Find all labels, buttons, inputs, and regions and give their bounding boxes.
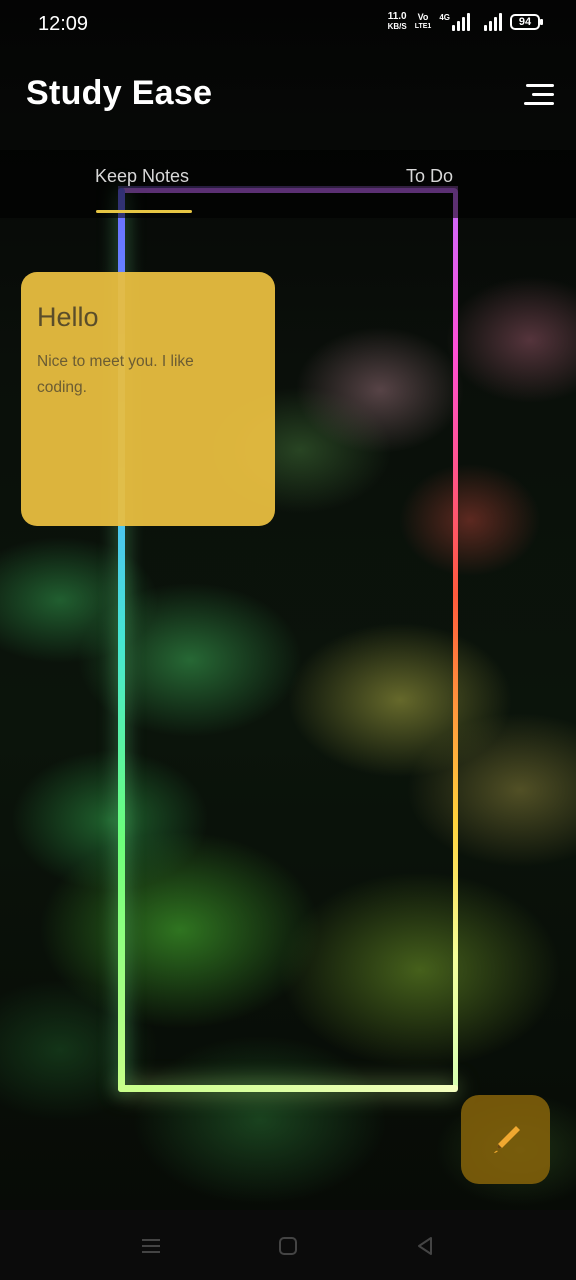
tab-indicator xyxy=(96,210,192,213)
signal-bar xyxy=(467,13,470,31)
network-type-label: 4G xyxy=(439,13,450,22)
home-icon[interactable] xyxy=(274,1232,302,1260)
signal-bar xyxy=(499,13,502,31)
app-title: Study Ease xyxy=(26,74,213,112)
signal-bar xyxy=(489,21,492,31)
pen-icon xyxy=(493,1125,520,1153)
signal-bar xyxy=(462,17,465,31)
tab-keep-notes[interactable]: Keep Notes xyxy=(95,166,189,187)
status-icons: 11.0 KB/S Vo LTE1 4G 94 xyxy=(388,12,543,32)
note-card[interactable]: Hello Nice to meet you. I like coding. xyxy=(21,272,275,526)
back-icon[interactable] xyxy=(411,1232,439,1260)
signal-bar xyxy=(457,21,460,31)
network-speed-unit: KB/S xyxy=(387,22,407,31)
note-title: Hello xyxy=(37,302,99,332)
network-speed: 11.0 KB/S xyxy=(388,12,407,32)
volte-icon: Vo LTE1 xyxy=(415,13,432,31)
note-body: Nice to meet you. I like coding. xyxy=(37,353,194,396)
battery-icon: 94 xyxy=(510,14,543,30)
system-nav-bar xyxy=(0,1210,576,1280)
menu-icon[interactable] xyxy=(518,82,554,112)
signal-bar xyxy=(484,25,487,31)
signal-icon-sim2 xyxy=(484,13,502,31)
status-time: 12:09 xyxy=(38,13,89,35)
add-note-button[interactable] xyxy=(461,1095,550,1184)
signal-bar xyxy=(494,17,497,31)
volte-top-label: Vo xyxy=(417,12,429,22)
network-speed-value: 11.0 xyxy=(387,11,407,22)
recents-menu-icon[interactable] xyxy=(137,1232,165,1260)
neon-frame-bottom xyxy=(118,1085,458,1092)
signal-bar xyxy=(452,25,455,31)
tab-to-do[interactable]: To Do xyxy=(406,166,453,187)
status-bar: 12:09 11.0 KB/S Vo LTE1 4G 94 xyxy=(0,0,576,50)
tab-bar: Keep Notes To Do xyxy=(0,150,576,218)
signal-icon-sim1: 4G xyxy=(439,13,470,31)
volte-bottom-label: LTE1 xyxy=(414,23,432,30)
